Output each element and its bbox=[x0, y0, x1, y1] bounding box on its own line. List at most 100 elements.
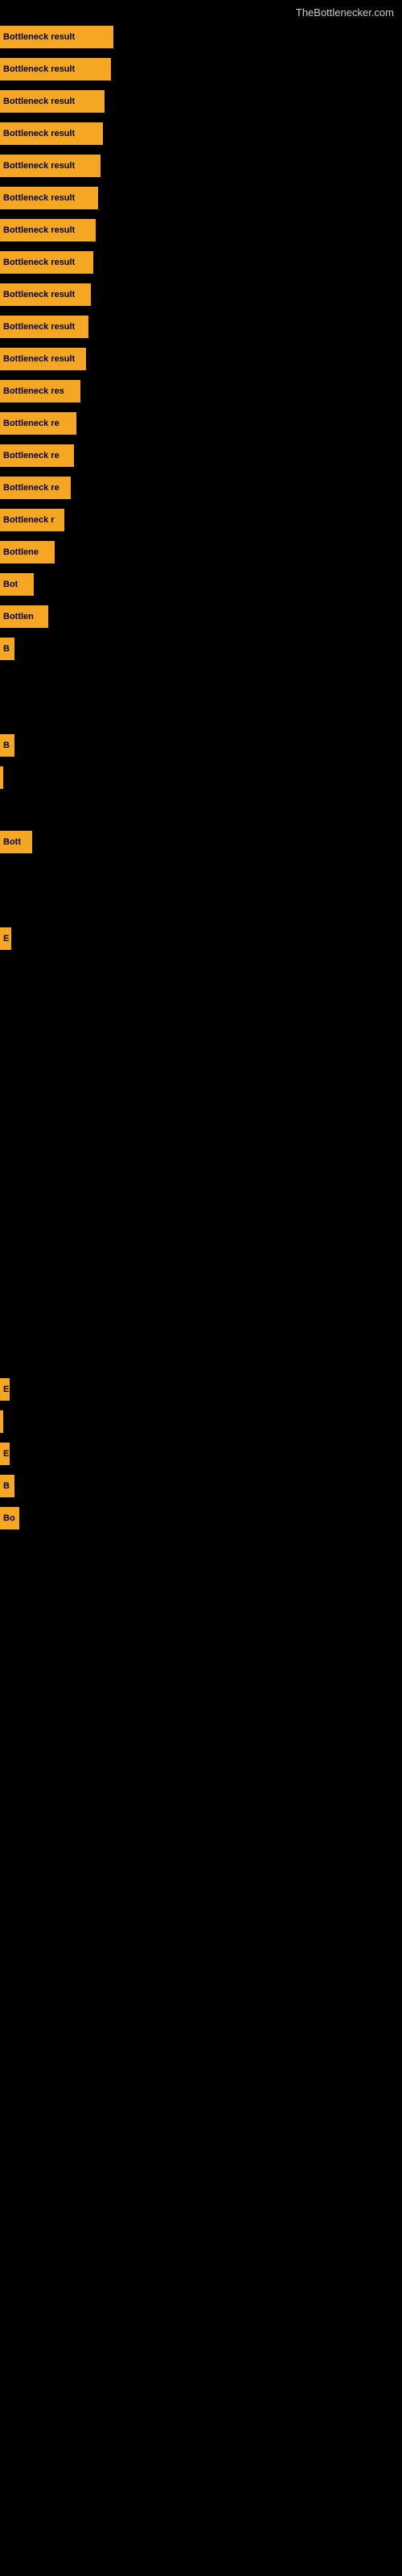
bar-label: Bottleneck re bbox=[3, 419, 59, 428]
bar-label: Bottleneck res bbox=[3, 386, 64, 396]
bar-row bbox=[0, 762, 402, 793]
site-header: TheBottlenecker.com bbox=[0, 0, 402, 22]
bar-row: Bottleneck result bbox=[0, 312, 402, 342]
bar-row bbox=[0, 1213, 402, 1244]
bottleneck-bar[interactable]: Bottleneck result bbox=[0, 316, 88, 338]
bottleneck-bar[interactable]: Bottleneck result bbox=[0, 155, 100, 177]
bar-label: E bbox=[3, 1385, 9, 1394]
bar-row: Bottlen bbox=[0, 601, 402, 632]
bottleneck-bar[interactable]: B bbox=[0, 638, 14, 660]
bottleneck-bar[interactable]: Bottleneck result bbox=[0, 283, 91, 306]
bar-row: Bottleneck re bbox=[0, 473, 402, 503]
bar-row: E bbox=[0, 1374, 402, 1405]
bottleneck-bar[interactable]: Bottleneck result bbox=[0, 251, 93, 274]
bar-label: Bottleneck result bbox=[3, 258, 75, 267]
bar-row: Bottleneck result bbox=[0, 247, 402, 278]
bar-row bbox=[0, 1310, 402, 1340]
bar-row: E bbox=[0, 1439, 402, 1469]
bar-label: Bottleneck result bbox=[3, 290, 75, 299]
bar-label: Bottleneck re bbox=[3, 483, 59, 493]
bar-label: Bottleneck result bbox=[3, 97, 75, 106]
bar-row bbox=[0, 795, 402, 825]
bar-label: Bottleneck result bbox=[3, 225, 75, 235]
bar-row bbox=[0, 891, 402, 922]
bottleneck-bar[interactable]: Bottleneck result bbox=[0, 219, 96, 242]
bottleneck-bar[interactable]: B bbox=[0, 1475, 14, 1497]
bottleneck-bar[interactable]: E bbox=[0, 927, 11, 950]
bottleneck-bar[interactable]: Bottleneck result bbox=[0, 58, 111, 80]
bottleneck-bar[interactable]: Bottleneck result bbox=[0, 122, 103, 145]
bar-row: Bottleneck result bbox=[0, 215, 402, 246]
bar-row: Bo bbox=[0, 1503, 402, 1534]
bar-label: Bottleneck r bbox=[3, 515, 55, 525]
bar-row bbox=[0, 1020, 402, 1051]
bar-row: Bot bbox=[0, 569, 402, 600]
bar-row: Bottleneck result bbox=[0, 151, 402, 181]
bottleneck-bar[interactable]: Bott bbox=[0, 831, 32, 853]
bottleneck-bar[interactable]: Bottleneck res bbox=[0, 380, 80, 402]
bottleneck-bar[interactable]: Bottleneck r bbox=[0, 509, 64, 531]
bottleneck-bar[interactable]: Bottleneck re bbox=[0, 412, 76, 435]
bar-row: Bottleneck result bbox=[0, 183, 402, 213]
bar-label: Bott bbox=[3, 837, 21, 847]
bar-row bbox=[0, 1084, 402, 1115]
bottleneck-bar[interactable] bbox=[0, 1410, 3, 1433]
bar-row: B bbox=[0, 634, 402, 664]
bar-row: B bbox=[0, 730, 402, 761]
bar-row bbox=[0, 1278, 402, 1308]
bar-label: E bbox=[3, 1449, 9, 1459]
bar-row bbox=[0, 859, 402, 890]
bottleneck-bar[interactable]: E bbox=[0, 1443, 10, 1465]
bar-row bbox=[0, 1342, 402, 1373]
bar-label: Bottleneck result bbox=[3, 129, 75, 138]
bottleneck-bar[interactable]: Bot bbox=[0, 573, 34, 596]
bar-label: Bottleneck result bbox=[3, 322, 75, 332]
bar-row bbox=[0, 1406, 402, 1437]
bar-label: B bbox=[3, 741, 10, 750]
bar-label: Bo bbox=[3, 1513, 15, 1523]
bar-label: Bottleneck result bbox=[3, 32, 75, 42]
bar-row: Bottleneck result bbox=[0, 344, 402, 374]
bottleneck-bar[interactable]: Bo bbox=[0, 1507, 19, 1530]
bar-label: E bbox=[3, 934, 9, 943]
bar-row: Bottleneck result bbox=[0, 22, 402, 52]
bar-row: Bottleneck result bbox=[0, 86, 402, 117]
bar-row bbox=[0, 1245, 402, 1276]
bottleneck-bar[interactable]: B bbox=[0, 734, 14, 757]
bar-row: B bbox=[0, 1471, 402, 1501]
bar-row bbox=[0, 988, 402, 1018]
bottleneck-bar[interactable]: Bottleneck result bbox=[0, 26, 113, 48]
site-title: TheBottlenecker.com bbox=[296, 6, 394, 19]
bar-row bbox=[0, 1149, 402, 1179]
bar-label: Bottleneck result bbox=[3, 64, 75, 74]
bar-row: Bottleneck re bbox=[0, 440, 402, 471]
bars-container: Bottleneck result Bottleneck result Bottle… bbox=[0, 22, 402, 1534]
bar-label: Bottlene bbox=[3, 547, 39, 557]
bar-row: Bott bbox=[0, 827, 402, 857]
bar-row: Bottleneck result bbox=[0, 118, 402, 149]
bar-label: B bbox=[3, 644, 10, 654]
bar-label: Bottlen bbox=[3, 612, 34, 621]
bottleneck-bar[interactable]: Bottleneck re bbox=[0, 444, 74, 467]
bar-row bbox=[0, 1052, 402, 1083]
bar-row bbox=[0, 956, 402, 986]
bar-row: Bottleneck r bbox=[0, 505, 402, 535]
bottleneck-bar[interactable]: Bottlene bbox=[0, 541, 55, 564]
bar-label: Bottleneck re bbox=[3, 451, 59, 460]
bar-label: Bottleneck result bbox=[3, 193, 75, 203]
bottleneck-bar[interactable]: Bottlen bbox=[0, 605, 48, 628]
bottleneck-bar[interactable]: Bottleneck result bbox=[0, 187, 98, 209]
bar-label: Bottleneck result bbox=[3, 161, 75, 171]
bar-label: Bottleneck result bbox=[3, 354, 75, 364]
bar-row bbox=[0, 1181, 402, 1212]
bottleneck-bar[interactable]: Bottleneck re bbox=[0, 477, 71, 499]
bottleneck-bar[interactable]: Bottleneck result bbox=[0, 90, 105, 113]
bar-row: E bbox=[0, 923, 402, 954]
bottleneck-bar[interactable]: E bbox=[0, 1378, 10, 1401]
bar-row: Bottleneck result bbox=[0, 279, 402, 310]
bar-row bbox=[0, 666, 402, 696]
bar-row: Bottleneck res bbox=[0, 376, 402, 407]
bottleneck-bar[interactable] bbox=[0, 766, 3, 789]
bottleneck-bar[interactable]: Bottleneck result bbox=[0, 348, 86, 370]
bar-row: Bottleneck result bbox=[0, 54, 402, 85]
